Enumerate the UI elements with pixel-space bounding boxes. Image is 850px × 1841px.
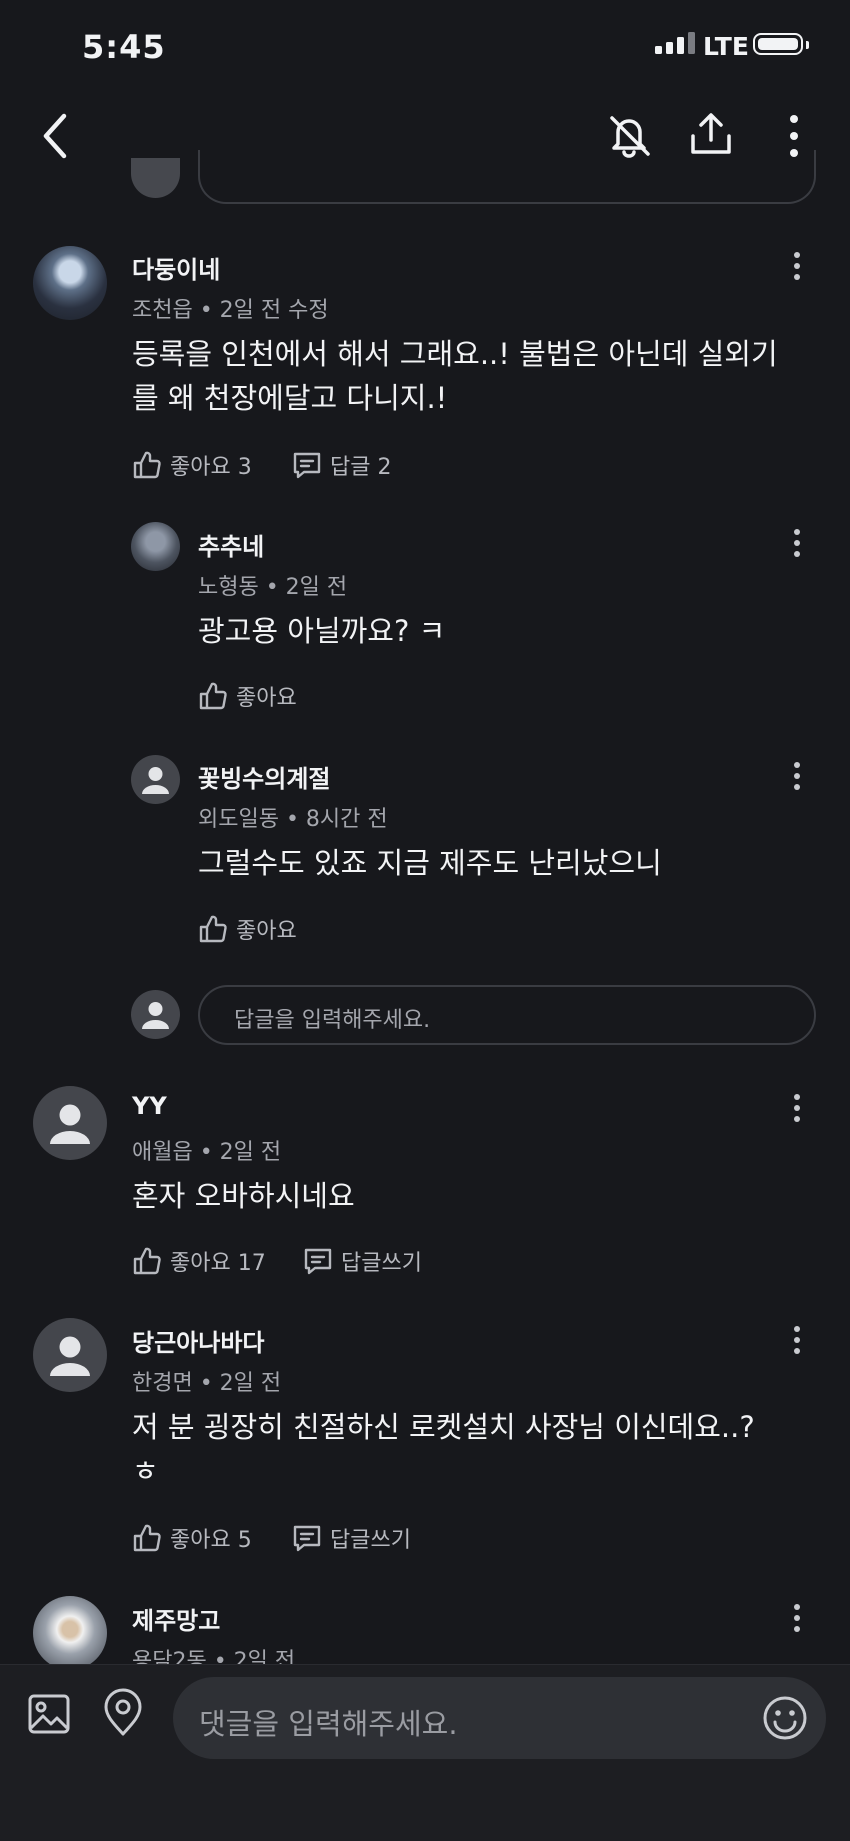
reply-label: 답글쓰기	[330, 1528, 411, 1553]
comment-author[interactable]: YY	[132, 1092, 167, 1120]
like-label: 좋아요 17	[170, 1251, 266, 1276]
comment-text: 혼자 오바하시네요	[132, 1179, 355, 1213]
battery-icon	[753, 33, 803, 55]
comment-more-icon[interactable]	[787, 1088, 807, 1128]
like-button[interactable]: 좋아요 3	[132, 449, 252, 481]
network-type: LTE	[703, 32, 749, 61]
avatar[interactable]	[33, 246, 107, 320]
thumbs-up-icon	[133, 451, 161, 479]
avatar[interactable]	[131, 522, 180, 571]
reply-text: 광고용 아닐까요? ㅋ	[198, 614, 446, 648]
cellular-signal-icon	[655, 32, 695, 54]
location-pin-icon[interactable]	[100, 1688, 146, 1738]
reply-label: 답글 2	[330, 455, 392, 480]
default-avatar-icon	[131, 990, 180, 1039]
comment-icon	[293, 452, 321, 479]
status-time: 5:45	[82, 28, 166, 66]
reply-input-placeholder: 답글을 입력해주세요.	[234, 1008, 431, 1033]
thumbs-up-icon	[133, 1247, 161, 1275]
reply-label: 답글쓰기	[341, 1251, 422, 1276]
comment-text: 등록을 인천에서 해서 그래요..! 불법은 아닌데 실외기 를 왜 천장에달고…	[132, 337, 778, 415]
avatar[interactable]	[33, 1596, 107, 1670]
comment-author[interactable]: 다둥이네	[132, 250, 220, 285]
reply-button[interactable]: 답글 2	[292, 449, 391, 481]
comment-icon	[293, 1525, 321, 1552]
reply-input-clipped[interactable]	[198, 150, 816, 204]
reply-meta: 외도일동 • 8시간 전	[198, 807, 388, 832]
avatar	[131, 158, 180, 198]
comment-meta: 조천읍 • 2일 전 수정	[132, 298, 329, 323]
like-label: 좋아요	[236, 919, 297, 944]
emoji-icon[interactable]	[761, 1694, 809, 1742]
like-label: 좋아요 5	[170, 1528, 252, 1553]
default-avatar-icon[interactable]	[33, 1318, 107, 1392]
default-avatar-icon[interactable]	[131, 755, 180, 804]
comment-more-icon[interactable]	[787, 1598, 807, 1638]
comment-author[interactable]: 제주망고	[132, 1601, 220, 1636]
comment-author[interactable]: 당근아나바다	[132, 1323, 264, 1358]
thumbs-up-icon	[199, 915, 227, 943]
image-icon[interactable]	[27, 1692, 71, 1736]
comment-input[interactable]: 댓글을 입력해주세요.	[173, 1677, 826, 1759]
like-button[interactable]: 좋아요	[198, 680, 297, 712]
like-button[interactable]: 좋아요 17	[132, 1245, 266, 1277]
comment-more-icon[interactable]	[787, 1320, 807, 1360]
reply-button[interactable]: 답글쓰기	[303, 1245, 422, 1277]
reply-author[interactable]: 꽃빙수의계절	[198, 759, 330, 794]
default-avatar-icon[interactable]	[33, 1086, 107, 1160]
reply-input[interactable]: 답글을 입력해주세요.	[198, 985, 816, 1045]
reply-author[interactable]: 추추네	[198, 527, 264, 562]
reply-text: 그럴수도 있죠 지금 제주도 난리났으니	[198, 846, 662, 880]
comment-more-icon[interactable]	[787, 246, 807, 286]
reply-meta: 노형동 • 2일 전	[198, 575, 348, 600]
comment-input-placeholder: 댓글을 입력해주세요.	[199, 1707, 458, 1741]
like-label: 좋아요	[236, 686, 297, 711]
thumbs-up-icon	[133, 1524, 161, 1552]
like-label: 좋아요 3	[170, 455, 252, 480]
like-button[interactable]: 좋아요 5	[132, 1522, 252, 1554]
thumbs-up-icon	[199, 682, 227, 710]
like-button[interactable]: 좋아요	[198, 913, 297, 945]
comment-meta: 애월읍 • 2일 전	[132, 1140, 282, 1165]
battery-tip	[806, 41, 809, 49]
reply-button[interactable]: 답글쓰기	[292, 1522, 411, 1554]
back-arrow-icon[interactable]	[38, 112, 72, 160]
comment-meta: 한경면 • 2일 전	[132, 1371, 282, 1396]
reply-more-icon[interactable]	[787, 756, 807, 796]
reply-more-icon[interactable]	[787, 523, 807, 563]
comment-icon	[304, 1248, 332, 1275]
comment-text: 저 분 굉장히 친절하신 로켓설치 사장님 이신데요..? ㅎ	[132, 1410, 755, 1488]
